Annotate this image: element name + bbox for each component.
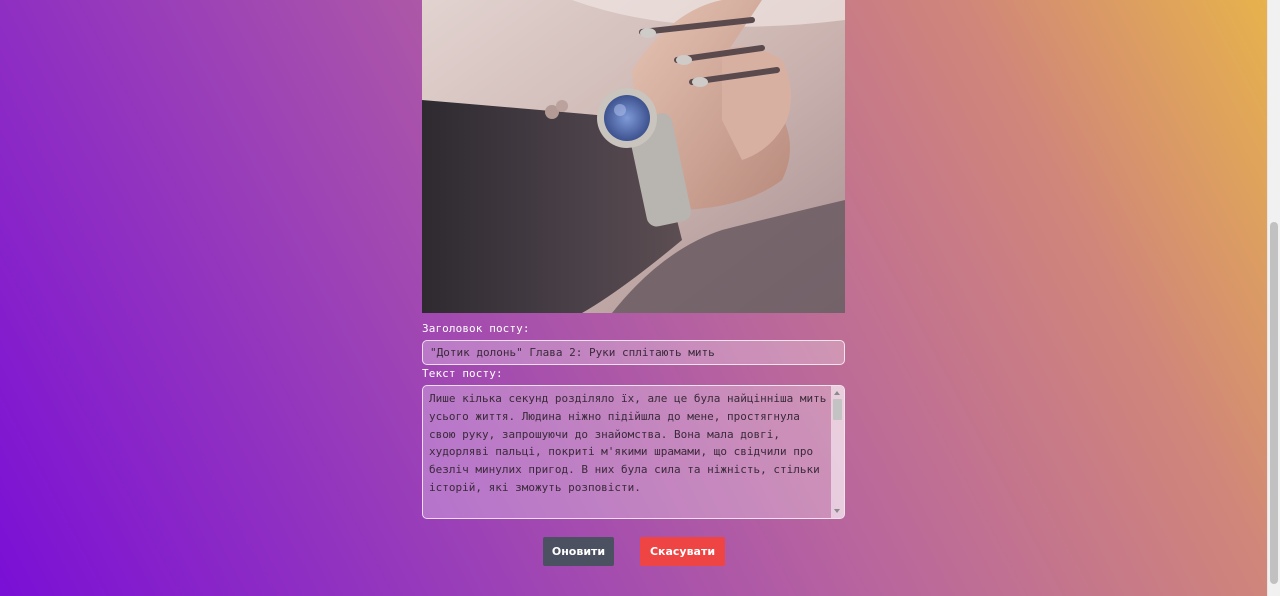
page-scrollbar-thumb[interactable] (1270, 222, 1278, 584)
textarea-scrollbar-thumb[interactable] (833, 399, 842, 420)
cancel-button[interactable]: Скасувати (640, 537, 725, 566)
scroll-down-arrow-icon[interactable] (834, 509, 840, 513)
update-button[interactable]: Оновити (543, 537, 614, 566)
page-scrollbar[interactable] (1267, 0, 1280, 596)
post-image-illustration (422, 0, 845, 313)
post-text-content: Лише кілька секунд розділяло їх, але це … (429, 392, 827, 518)
post-title-input[interactable]: "Дотик долонь" Глава 2: Руки сплітають м… (422, 340, 845, 365)
scroll-up-arrow-icon[interactable] (834, 391, 840, 395)
post-text-label: Текст посту: (422, 367, 503, 380)
post-image (422, 0, 845, 313)
post-title-label: Заголовок посту: (422, 322, 530, 335)
post-text-textarea[interactable]: Лише кілька секунд розділяло їх, але це … (422, 385, 845, 519)
textarea-scrollbar[interactable] (831, 386, 844, 518)
